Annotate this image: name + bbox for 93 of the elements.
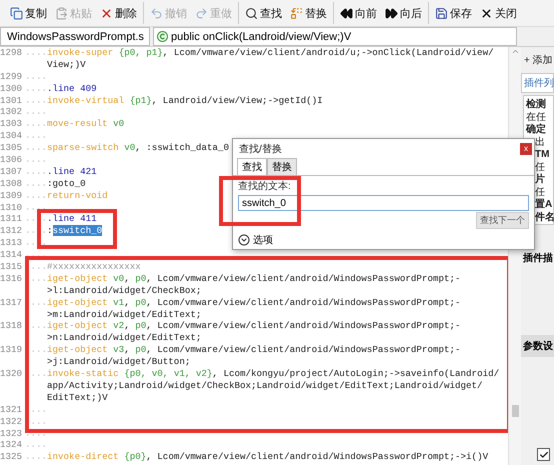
code-line: View;)V — [47, 58, 86, 71]
code-line: iget-object v1, p0, Lcom/vmware/view/client/android/WindowsPasswordPrompt;- — [47, 296, 461, 309]
line-number: 1321 — [0, 404, 24, 416]
rewind-icon — [340, 6, 353, 20]
code-line: :goto_0 — [47, 178, 86, 190]
code-line: :sswitch_0 — [47, 225, 102, 238]
line-number: 1309 — [0, 190, 24, 202]
code-line: iget-object v3, p0, Lcom/vmware/view/client/android/WindowsPasswordPrompt;- — [47, 344, 461, 356]
dialog-title: 查找/替换 — [239, 142, 282, 156]
code-line: iget-object v2, p0, Lcom/vmware/view/client/android/WindowsPasswordPrompt;- — [47, 320, 461, 332]
line-number: 1311 — [0, 213, 24, 226]
method-dropdown[interactable]: public onClick(Landroid/view/View;)V — [153, 27, 517, 46]
code-line: app/Activity;Landroid/widget/CheckBox;Landroid/widget/EditText;Landroid/widget/ — [47, 380, 483, 392]
field-label: 查找的文本: — [238, 180, 292, 193]
code-line: #xxxxxxxxxxxxxxxx — [47, 261, 141, 273]
line-number: 1322 — [0, 416, 24, 428]
add-plugin-link[interactable]: + 添加 — [521, 47, 554, 73]
line-number: 1314 — [0, 249, 24, 262]
plugin-list-item[interactable]: 在任 — [524, 112, 553, 124]
settings-header: 参数设 — [521, 335, 554, 357]
line-number: 1298 — [0, 47, 24, 59]
line-number: 1323 — [0, 428, 24, 440]
plugin-list-item[interactable]: 检测 — [524, 99, 553, 112]
plugin-list-item[interactable]: 确定 — [524, 124, 553, 136]
line-number: 1303 — [0, 118, 24, 130]
scroll-thumb[interactable] — [512, 405, 518, 417]
dialog-tab[interactable]: 查找 — [237, 158, 267, 176]
line-number: 1315 — [0, 261, 24, 273]
code-line: sparse-switch v0, :sswitch_data_0 — [47, 142, 229, 154]
toolbar-button[interactable]: 向前 — [337, 2, 380, 24]
code-line: iget-object v0, p0, Lcom/vmware/view/client/android/WindowsPasswordPrompt;- — [47, 272, 461, 285]
line-number: 1319 — [0, 344, 24, 356]
line-number: 1306 — [0, 154, 24, 166]
line-number: 1316 — [0, 272, 24, 285]
find-next-button[interactable]: 查找下一个 — [476, 212, 529, 229]
code-line: EditText;)V — [47, 392, 108, 404]
line-number: 1310 — [0, 202, 24, 214]
close-icon — [480, 6, 493, 20]
checkbox[interactable] — [537, 448, 550, 461]
line-number: 1317 — [0, 296, 24, 309]
undo-icon — [150, 6, 163, 20]
code-line: >j:Landroid/widget/Button; — [47, 356, 190, 368]
toolbar-button[interactable]: 删除 — [97, 2, 140, 24]
code-line: .line 421 — [47, 166, 97, 178]
code-line: >l:Landroid/widget/CheckBox; — [47, 284, 202, 297]
line-number: 1320 — [0, 368, 24, 380]
line-number: 1324 — [0, 439, 24, 452]
toolbar-button[interactable]: 复制 — [7, 2, 50, 24]
line-number: 1308 — [0, 178, 24, 190]
replace-icon — [290, 6, 303, 20]
code-line: .line 411 — [47, 213, 97, 226]
delete-icon — [100, 6, 113, 20]
toolbar-button[interactable]: 关闭 — [477, 2, 520, 24]
search-text-field[interactable]: sswitch_0 — [238, 195, 529, 211]
line-number: 1305 — [0, 142, 24, 154]
dialog-tab[interactable]: 替换 — [267, 158, 297, 176]
scroll-up-icon[interactable] — [510, 47, 520, 56]
redo-icon — [195, 6, 208, 20]
line-number: 1302 — [0, 106, 24, 118]
line-number: 1301 — [0, 94, 24, 106]
line-number: 1300 — [0, 82, 24, 95]
line-number: 1312 — [0, 225, 24, 238]
line-number: 1304 — [0, 130, 24, 142]
file-dropdown[interactable]: WindowsPasswordPrompt.s — [0, 27, 150, 46]
options-toggle[interactable]: 选项 — [238, 233, 529, 247]
code-line: invoke-super {p0, p1}, Lcom/vmware/view/client/android/u;->onClick(Landroid/view/ — [47, 47, 494, 59]
save-icon — [435, 6, 448, 20]
fast-forward-icon — [385, 6, 398, 20]
search-icon — [245, 6, 258, 20]
section-heading: 插件描 — [522, 252, 554, 265]
code-line: >n:Landroid/widget/EditText; — [47, 332, 202, 344]
line-number: 1299 — [0, 70, 24, 83]
plugin-list-tab[interactable]: 插件列 — [521, 73, 554, 93]
line-number: 1313 — [0, 237, 24, 250]
toolbar-button[interactable]: 查找 — [242, 2, 285, 24]
copy-icon — [10, 6, 23, 20]
toolbar-button[interactable]: 替换 — [287, 2, 330, 24]
code-line: return-void — [47, 190, 108, 202]
method-icon — [157, 31, 168, 42]
code-line: .line 409 — [47, 82, 97, 95]
line-number: 1325 — [0, 451, 24, 464]
code-line: move-result v0 — [47, 118, 124, 130]
toolbar-button[interactable]: 保存 — [432, 2, 475, 24]
chevron-down-circle-icon — [238, 234, 250, 246]
code-line: >m:Landroid/widget/EditText; — [47, 308, 202, 320]
line-number: 1318 — [0, 320, 24, 332]
code-line: invoke-static {p0, v0, v1, v2}, Lcom/kongyu/project/AutoLogin;->saveinfo(Landroid/ — [47, 368, 500, 380]
toolbar-button[interactable]: 向后 — [382, 2, 425, 24]
code-line: invoke-direct {p0}, Lcom/vmware/view/client/android/WindowsPasswordPrompt;->i()V — [47, 451, 488, 464]
code-line: invoke-virtual {p1}, Landroid/view/View;->getId()I — [47, 94, 323, 106]
close-button[interactable]: x — [520, 143, 532, 155]
paste-icon — [55, 6, 68, 20]
line-number: 1307 — [0, 166, 24, 178]
